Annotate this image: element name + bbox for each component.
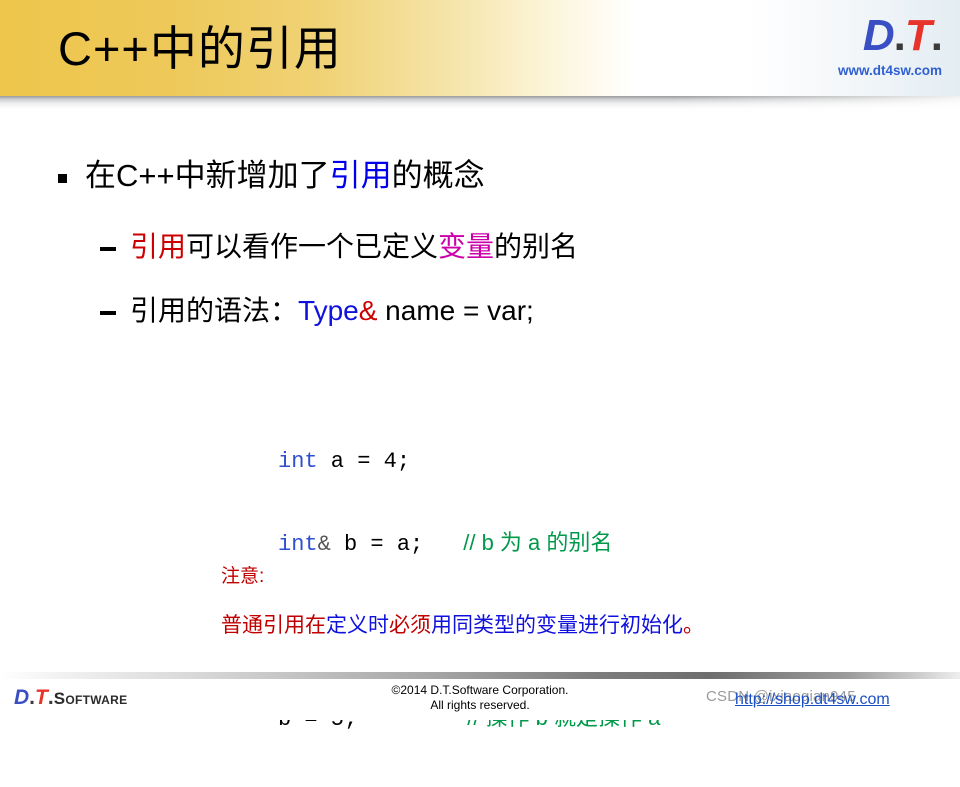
footer-divider xyxy=(0,672,960,679)
note-seg-1: 普通引用在 xyxy=(221,614,326,637)
brand-logo-mark: D.T. xyxy=(838,11,943,60)
square-bullet-icon xyxy=(58,174,67,183)
code-ampersand: & xyxy=(317,532,331,557)
bullet3-part-a: 引用的语法： xyxy=(130,295,299,326)
bullet2-text: 引用可以看作一个已定义变量的别名 xyxy=(130,228,578,266)
page-title: C++中的引用 xyxy=(58,22,342,75)
bullet1-keyword-reference: 引用 xyxy=(329,158,392,193)
code-line-1: int a = 4; xyxy=(278,448,660,475)
code-comment-alias: // b 为 a 的别名 xyxy=(463,530,613,555)
bullet2-keyword-variable: 变量 xyxy=(438,231,495,262)
shop-link[interactable]: http://shop.dt4sw.com xyxy=(735,690,890,709)
code-line-1-rest: a = 4; xyxy=(317,449,411,474)
bullet1-part-a: 在C++中新增加了 xyxy=(85,158,330,193)
bullet2-keyword-reference: 引用 xyxy=(130,231,187,262)
bullet-level1-text: 在C++中新增加了引用的概念 xyxy=(85,156,485,196)
bullet2-part-b: 可以看作一个已定义 xyxy=(186,231,439,262)
note-seg-3: 必须 xyxy=(389,614,431,637)
note-seg-4: 用同类型的变量进行初始化 xyxy=(431,614,683,637)
brand-dot-2: . xyxy=(930,11,943,60)
code-line-2-rest: b = a; xyxy=(330,532,424,557)
note-body: 普通引用在定义时必须用同类型的变量进行初始化。 xyxy=(221,612,704,640)
bullet3-part-d: name = var; xyxy=(377,295,534,326)
bullet3-type-keyword: Type xyxy=(298,295,359,326)
note-title: 注意: xyxy=(221,566,265,587)
note-block: 注意: 普通引用在定义时必须用同类型的变量进行初始化。 xyxy=(221,564,704,640)
bullet-level2-definition: 引用可以看作一个已定义变量的别名 xyxy=(100,228,578,266)
brand-logo: D.T. www.dt4sw.com xyxy=(838,11,943,78)
dash-bullet-icon xyxy=(100,311,116,315)
header-shadow-fade xyxy=(0,96,960,112)
bullet2-part-d: 的别名 xyxy=(494,231,579,262)
code-keyword-int: int xyxy=(278,532,318,557)
bullet3-text: 引用的语法：Type& name = var; xyxy=(130,292,534,330)
brand-dot-1: . xyxy=(893,11,906,60)
brand-letter-d: D xyxy=(862,11,895,60)
brand-letter-t: T xyxy=(904,11,932,60)
note-seg-5: 。 xyxy=(683,614,704,637)
bullet-level1: 在C++中新增加了引用的概念 xyxy=(58,156,485,196)
bullet1-part-c: 的概念 xyxy=(391,158,485,193)
slide: C++中的引用 D.T. www.dt4sw.com 在C++中新增加了引用的概… xyxy=(0,0,960,732)
brand-url[interactable]: www.dt4sw.com xyxy=(838,64,942,78)
bullet-level2-syntax: 引用的语法：Type& name = var; xyxy=(100,292,534,330)
note-seg-2: 定义时 xyxy=(326,614,389,637)
dash-bullet-icon xyxy=(100,247,116,251)
bullet3-ampersand: & xyxy=(358,295,378,326)
code-line-2: int & b = a; // b 为 a 的别名 xyxy=(278,529,660,558)
code-keyword-int: int xyxy=(278,449,318,474)
